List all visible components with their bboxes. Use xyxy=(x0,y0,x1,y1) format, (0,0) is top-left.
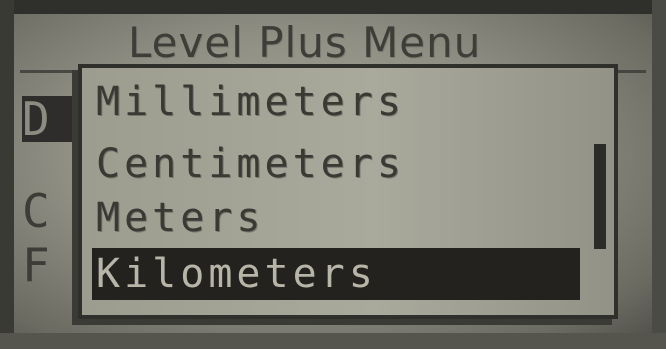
bezel-bottom xyxy=(0,333,666,349)
menu-title: Level Plus Menu xyxy=(128,18,482,67)
menu-item-kilometers[interactable]: Kilometers xyxy=(92,248,580,300)
bezel-right xyxy=(652,0,666,349)
menu-item-centimeters[interactable]: Centimeters xyxy=(96,138,576,190)
background-menu-item[interactable]: D xyxy=(22,96,78,142)
bezel-left xyxy=(0,0,14,349)
scrollbar[interactable] xyxy=(594,74,608,310)
units-popup-menu: Millimeters Centimeters Meters Kilometer… xyxy=(78,64,618,319)
menu-item-millimeters[interactable]: Millimeters xyxy=(96,76,576,128)
bezel-top xyxy=(0,0,666,14)
background-menu-item[interactable]: C xyxy=(22,188,82,234)
background-menu-item[interactable]: F xyxy=(22,242,82,288)
lcd-display: Level Plus Menu D C F Millimeters Centim… xyxy=(0,0,666,349)
scrollbar-thumb[interactable] xyxy=(594,144,606,249)
menu-item-meters[interactable]: Meters xyxy=(96,192,576,244)
